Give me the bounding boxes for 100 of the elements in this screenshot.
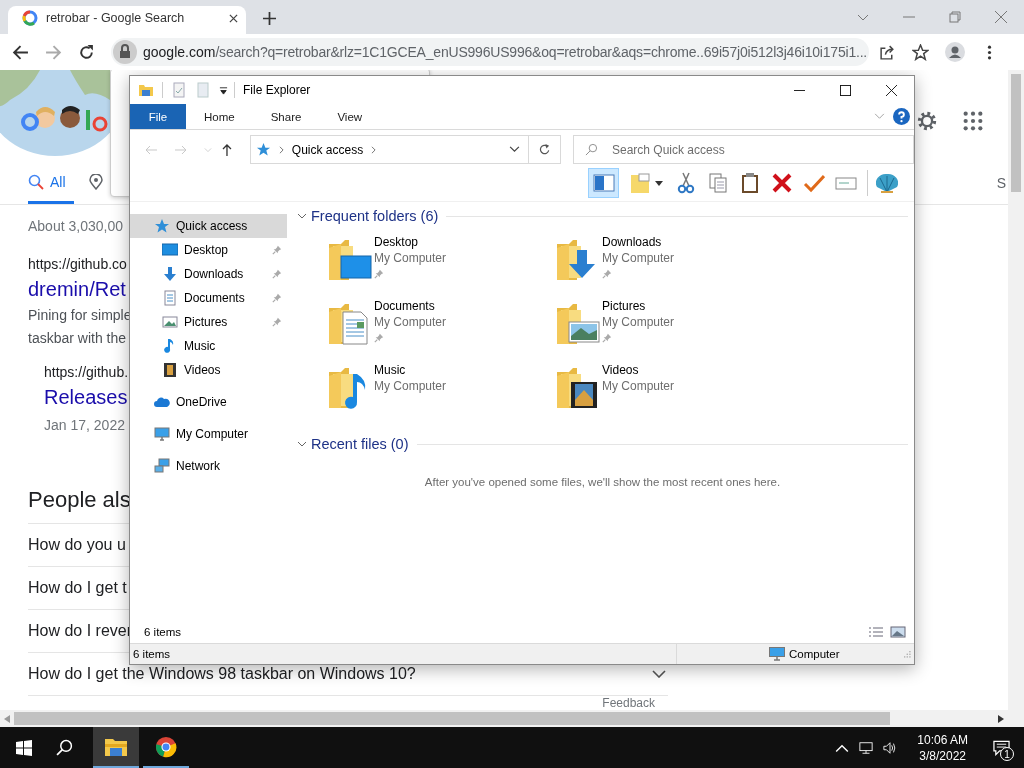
maximize-icon[interactable] [840, 84, 851, 96]
ribbon-tab[interactable]: View [319, 104, 381, 129]
dropdown-icon[interactable] [509, 146, 521, 153]
checkmark-icon[interactable] [803, 172, 825, 194]
star-icon [255, 142, 271, 157]
nav-item[interactable]: Videos [130, 358, 287, 382]
new-tab-icon[interactable] [263, 12, 276, 25]
windows-start-icon[interactable] [16, 739, 32, 756]
empty-message: After you've opened some files, we'll show the most recent ones here. [423, 476, 782, 488]
section-header[interactable]: Recent files (0) [297, 435, 908, 453]
status-text: Computer [789, 648, 840, 660]
horizontal-scrollbar[interactable] [0, 710, 1024, 727]
question-text[interactable]: How do you u [28, 536, 126, 554]
section-header[interactable]: Frequent folders (6) [297, 207, 908, 225]
settings-icon[interactable] [916, 110, 938, 132]
refresh-icon [538, 143, 552, 156]
network-icon[interactable] [859, 740, 874, 755]
back-icon[interactable] [12, 43, 29, 61]
ribbon-tab[interactable]: Share [252, 104, 320, 129]
folder-tile[interactable]: Documents My Computer [327, 298, 555, 362]
paste-icon[interactable] [739, 172, 761, 194]
scroll-right-icon[interactable] [998, 714, 1004, 723]
share-icon[interactable] [879, 43, 896, 61]
copy-icon[interactable] [707, 172, 729, 194]
browser-tab[interactable]: retrobar - Google Search [8, 6, 246, 34]
location-pin-icon [87, 173, 104, 190]
nav-item[interactable]: Quick access [130, 214, 287, 238]
folder-tile[interactable]: Downloads My Computer [555, 234, 783, 298]
chevron-down-icon [652, 670, 666, 678]
section-heading: People als [28, 487, 131, 513]
resize-grip-icon[interactable] [904, 650, 911, 658]
breadcrumb[interactable]: Quick access [291, 142, 364, 157]
nav-item[interactable]: Pictures [130, 310, 287, 334]
volume-icon[interactable] [883, 740, 898, 755]
delete-icon[interactable] [771, 172, 793, 194]
chevron-right-icon[interactable] [278, 145, 284, 154]
question-text[interactable]: How do I rever [28, 622, 133, 640]
ribbon-tab[interactable]: File [130, 104, 186, 129]
message-icon [992, 739, 1010, 756]
cut-icon[interactable] [675, 172, 697, 194]
ribbon-tab[interactable]: Home [186, 104, 253, 129]
clock-time: 10:06 AM [917, 731, 968, 748]
result-date: Jan 17, 2022 [44, 417, 125, 433]
preview-pane-button[interactable] [588, 168, 619, 198]
window-title: File Explorer [243, 83, 311, 97]
nav-item[interactable]: Music [130, 334, 287, 358]
folder-name: Desktop [374, 234, 419, 250]
folder-tile[interactable]: Desktop My Computer [327, 234, 555, 298]
nav-item[interactable]: Network [130, 454, 287, 478]
nav-item[interactable]: OneDrive [130, 390, 287, 414]
videos-icon [162, 362, 178, 378]
folder-tile[interactable]: Pictures My Computer [555, 298, 783, 362]
result-snippet: Pining for simple [28, 307, 132, 324]
folder-name: Pictures [602, 298, 646, 314]
tab-label[interactable]: S [996, 175, 1006, 191]
folder-icon[interactable] [138, 82, 154, 98]
star-icon[interactable] [912, 43, 929, 61]
reload-icon[interactable] [78, 43, 95, 61]
shell-icon[interactable] [876, 172, 898, 194]
notifications-button[interactable]: 1 [978, 727, 1024, 768]
clock-date: 3/8/2022 [919, 747, 966, 764]
search-icon[interactable] [56, 739, 73, 756]
feedback-link[interactable]: Feedback [602, 696, 655, 710]
address-bar[interactable]: google.com/search?q=retrobar&rlz=1C1GCEA_enUS996US996&oq=retrobar&aqs=chrome..69i57j0i512l3j46i10i175i1... [111, 38, 869, 66]
apps-icon[interactable] [962, 110, 984, 132]
dropdown-icon[interactable] [655, 180, 663, 186]
question-text[interactable]: How do I get t [28, 579, 127, 597]
nav-item[interactable]: Desktop [130, 238, 287, 262]
address-field[interactable]: Quick access [249, 135, 530, 164]
result-link[interactable]: Releases [44, 386, 128, 409]
close-icon[interactable] [229, 13, 238, 23]
close-icon[interactable] [886, 84, 897, 96]
search-icon [585, 143, 598, 156]
chevron-icon [297, 211, 307, 221]
nav-item[interactable]: Downloads [130, 262, 287, 286]
folder-name: Music [374, 362, 406, 378]
layout-icon [592, 174, 615, 192]
star-icon [154, 218, 170, 234]
search-field[interactable]: Search Quick access [573, 135, 914, 164]
clock[interactable]: 10:06 AM 3/8/2022 [907, 727, 978, 768]
folder-name: Videos [602, 362, 639, 378]
help-icon[interactable] [893, 108, 910, 125]
dropdown-icon[interactable] [219, 85, 228, 95]
folder-tile[interactable]: Videos My Computer [555, 362, 783, 426]
search-tab[interactable]: All [28, 162, 74, 204]
chevron-right-icon[interactable] [371, 145, 377, 154]
nav-item[interactable]: Documents [130, 286, 287, 310]
refresh-button[interactable] [529, 135, 561, 164]
folder-location: My Computer [602, 250, 675, 266]
folder-name: Documents [374, 298, 435, 314]
explorer-app-button[interactable] [93, 727, 139, 768]
vertical-scrollbar[interactable] [1008, 70, 1024, 710]
folder-tile[interactable]: Music My Computer [327, 362, 555, 426]
pictures-icon [162, 314, 178, 330]
chrome-icon [154, 735, 178, 758]
question-text[interactable]: How do I get the Windows 98 taskbar on Windows 10? [28, 665, 416, 683]
large-icons-view-icon[interactable] [890, 626, 906, 638]
result-link[interactable]: dremin/Ret [28, 278, 126, 301]
nav-item[interactable]: My Computer [130, 422, 287, 446]
profile-icon[interactable] [945, 42, 965, 62]
